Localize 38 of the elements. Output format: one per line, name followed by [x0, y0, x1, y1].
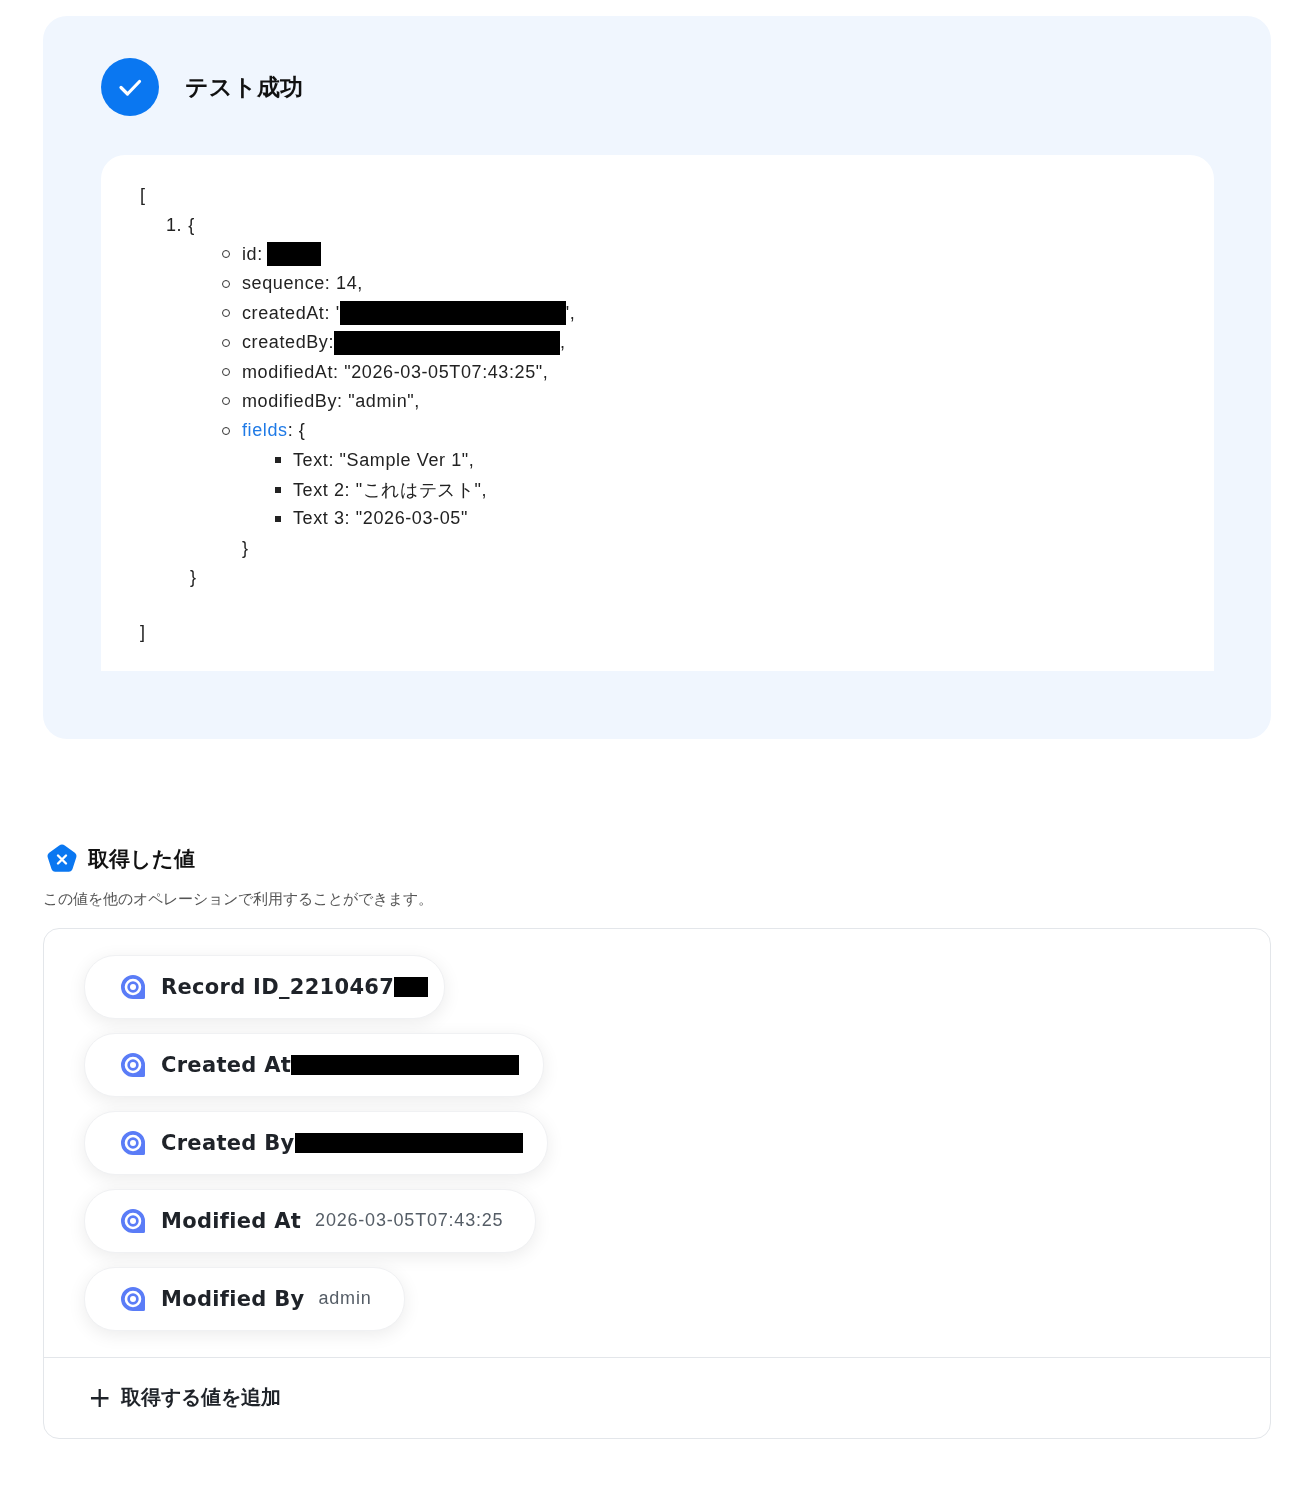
- value-chip[interactable]: Modified At 2026-03-05T07:43:25: [84, 1188, 537, 1253]
- code-text: Text 3: "2026-03-05": [293, 508, 468, 530]
- list-number: 1.: [166, 214, 183, 236]
- target-icon: [120, 1051, 146, 1078]
- code-text: {: [188, 214, 195, 236]
- target-icon: [120, 1207, 146, 1234]
- result-title: テスト成功: [185, 72, 303, 102]
- code-text: id:: [242, 243, 263, 265]
- add-value-button[interactable]: + 取得する値を追加: [88, 1383, 282, 1412]
- code-text: }: [190, 567, 197, 589]
- code-text: Text 2: "これはテスト",: [293, 478, 487, 502]
- bullet-icon: [275, 457, 281, 464]
- code-text: modifiedBy: "admin",: [242, 390, 420, 412]
- target-icon: [120, 973, 146, 1000]
- section-description: この値を他のオペレーションで利用することができます。: [43, 889, 434, 909]
- code-text: [: [140, 185, 146, 207]
- code-text: sequence: 14,: [242, 273, 363, 295]
- code-text: ]: [140, 621, 146, 643]
- code-text: Text: "Sample Ver 1",: [293, 449, 475, 471]
- value-chip[interactable]: Created By: [84, 1110, 548, 1175]
- check-icon: [101, 58, 159, 116]
- value-chip[interactable]: Modified By admin: [84, 1266, 405, 1331]
- code-text: : {: [287, 420, 306, 442]
- target-icon: [120, 1285, 146, 1312]
- code-text: ',: [565, 302, 576, 324]
- code-text: modifiedAt: "2026-03-05T07:43:25",: [242, 361, 549, 383]
- bullet-icon: [275, 486, 281, 493]
- code-text: createdBy:: [242, 332, 335, 354]
- section-title: 取得した値: [88, 845, 195, 873]
- target-icon: [120, 1129, 146, 1156]
- code-text: }: [242, 537, 249, 559]
- fields-link[interactable]: fields: [242, 420, 288, 442]
- bullet-icon: [275, 516, 281, 522]
- variable-icon: [46, 842, 78, 875]
- value-chip[interactable]: Created At: [84, 1032, 545, 1097]
- code-text: createdAt: ': [242, 302, 340, 324]
- value-chip[interactable]: Record ID_2210467: [84, 954, 446, 1019]
- code-text: ,: [560, 332, 566, 354]
